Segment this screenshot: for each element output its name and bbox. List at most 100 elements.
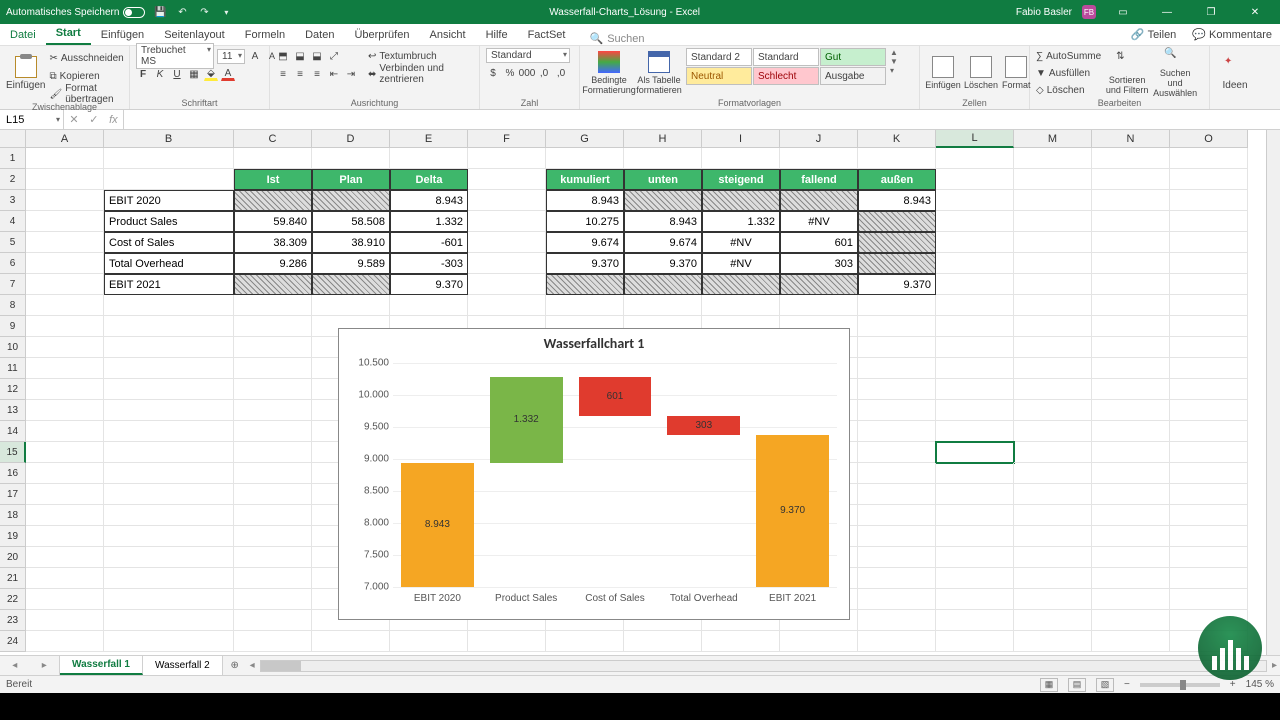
col-header-M[interactable]: M — [1014, 130, 1092, 148]
wrap-text-button[interactable]: ↩Textumbruch — [368, 48, 473, 64]
cell-B12[interactable] — [104, 379, 234, 400]
cell-O6[interactable] — [1170, 253, 1248, 274]
cell-M3[interactable] — [1014, 190, 1092, 211]
share-button[interactable]: 🔗Teilen — [1123, 24, 1184, 45]
col-header-C[interactable]: C — [234, 130, 312, 148]
cell-B20[interactable] — [104, 547, 234, 568]
cell-L13[interactable] — [936, 400, 1014, 421]
cell-E8[interactable] — [390, 295, 468, 316]
cell-M1[interactable] — [1014, 148, 1092, 169]
cell-O7[interactable] — [1170, 274, 1248, 295]
cell-K10[interactable] — [858, 337, 936, 358]
autosave-toggle[interactable]: Automatisches Speichern — [6, 7, 145, 18]
cell-L24[interactable] — [936, 631, 1014, 652]
cell-M8[interactable] — [1014, 295, 1092, 316]
cell-A17[interactable] — [26, 484, 104, 505]
cell-O21[interactable] — [1170, 568, 1248, 589]
cell-A5[interactable] — [26, 232, 104, 253]
cell-K11[interactable] — [858, 358, 936, 379]
cell-N3[interactable] — [1092, 190, 1170, 211]
cell-I24[interactable] — [702, 631, 780, 652]
cell-G5[interactable]: 9.674 — [546, 232, 624, 253]
cell-C15[interactable] — [234, 442, 312, 463]
cell-L10[interactable] — [936, 337, 1014, 358]
cell-M9[interactable] — [1014, 316, 1092, 337]
tab-formeln[interactable]: Formeln — [235, 25, 295, 45]
align-bottom-icon[interactable]: ⬓ — [310, 49, 324, 63]
cell-L17[interactable] — [936, 484, 1014, 505]
cell-I4[interactable]: 1.332 — [702, 211, 780, 232]
cell-H1[interactable] — [624, 148, 702, 169]
cell-B7[interactable]: EBIT 2021 — [104, 274, 234, 295]
select-all-corner[interactable] — [0, 130, 26, 148]
paste-button[interactable]: Einfügen — [6, 48, 45, 98]
cell-C12[interactable] — [234, 379, 312, 400]
cell-N1[interactable] — [1092, 148, 1170, 169]
cell-M12[interactable] — [1014, 379, 1092, 400]
cell-N15[interactable] — [1092, 442, 1170, 463]
cell-K20[interactable] — [858, 547, 936, 568]
cell-M20[interactable] — [1014, 547, 1092, 568]
cell-M11[interactable] — [1014, 358, 1092, 379]
cell-I5[interactable]: #NV — [702, 232, 780, 253]
cell-E24[interactable] — [390, 631, 468, 652]
cell-D5[interactable]: 38.910 — [312, 232, 390, 253]
cell-H3[interactable] — [624, 190, 702, 211]
zoom-slider[interactable] — [1140, 683, 1220, 687]
minimize-icon[interactable]: — — [1150, 0, 1184, 24]
cell-D3[interactable] — [312, 190, 390, 211]
row-header-19[interactable]: 19 — [0, 526, 26, 547]
cell-O17[interactable] — [1170, 484, 1248, 505]
row-header-7[interactable]: 7 — [0, 274, 26, 295]
cell-K15[interactable] — [858, 442, 936, 463]
cell-G1[interactable] — [546, 148, 624, 169]
cell-A16[interactable] — [26, 463, 104, 484]
vertical-scrollbar[interactable] — [1266, 130, 1280, 655]
close-icon[interactable]: ✕ — [1238, 0, 1272, 24]
style-up-icon[interactable]: ▲ — [890, 48, 902, 57]
cell-O12[interactable] — [1170, 379, 1248, 400]
cell-H8[interactable] — [624, 295, 702, 316]
clear-button[interactable]: ◇Löschen — [1036, 82, 1101, 98]
cell-C10[interactable] — [234, 337, 312, 358]
cell-C5[interactable]: 38.309 — [234, 232, 312, 253]
row-header-15[interactable]: 15 — [0, 442, 26, 463]
cell-M22[interactable] — [1014, 589, 1092, 610]
cell-O13[interactable] — [1170, 400, 1248, 421]
cell-D7[interactable] — [312, 274, 390, 295]
col-header-G[interactable]: G — [546, 130, 624, 148]
cell-A22[interactable] — [26, 589, 104, 610]
cell-M10[interactable] — [1014, 337, 1092, 358]
cell-L12[interactable] — [936, 379, 1014, 400]
cell-G2[interactable]: kumuliert — [546, 169, 624, 190]
cell-O1[interactable] — [1170, 148, 1248, 169]
row-header-9[interactable]: 9 — [0, 316, 26, 337]
cell-A13[interactable] — [26, 400, 104, 421]
insert-cells-button[interactable]: Einfügen — [926, 48, 960, 98]
undo-icon[interactable]: ↶ — [175, 5, 189, 19]
row-header-13[interactable]: 13 — [0, 400, 26, 421]
cell-I8[interactable] — [702, 295, 780, 316]
sheet-nav-last-icon[interactable]: ▸ — [42, 660, 47, 671]
tab-einfuegen[interactable]: Einfügen — [91, 25, 154, 45]
cell-A12[interactable] — [26, 379, 104, 400]
view-normal-icon[interactable]: ▦ — [1040, 678, 1058, 692]
cell-I6[interactable]: #NV — [702, 253, 780, 274]
search-box[interactable]: 🔍 Suchen — [589, 32, 644, 45]
col-header-H[interactable]: H — [624, 130, 702, 148]
cell-O3[interactable] — [1170, 190, 1248, 211]
cell-L2[interactable] — [936, 169, 1014, 190]
cell-A20[interactable] — [26, 547, 104, 568]
row-header-22[interactable]: 22 — [0, 589, 26, 610]
cell-C14[interactable] — [234, 421, 312, 442]
cell-B3[interactable]: EBIT 2020 — [104, 190, 234, 211]
cell-J1[interactable] — [780, 148, 858, 169]
cell-M5[interactable] — [1014, 232, 1092, 253]
cell-N22[interactable] — [1092, 589, 1170, 610]
cell-K17[interactable] — [858, 484, 936, 505]
row-header-16[interactable]: 16 — [0, 463, 26, 484]
italic-icon[interactable]: K — [153, 67, 167, 81]
cell-J6[interactable]: 303 — [780, 253, 858, 274]
cell-F4[interactable] — [468, 211, 546, 232]
cell-A19[interactable] — [26, 526, 104, 547]
